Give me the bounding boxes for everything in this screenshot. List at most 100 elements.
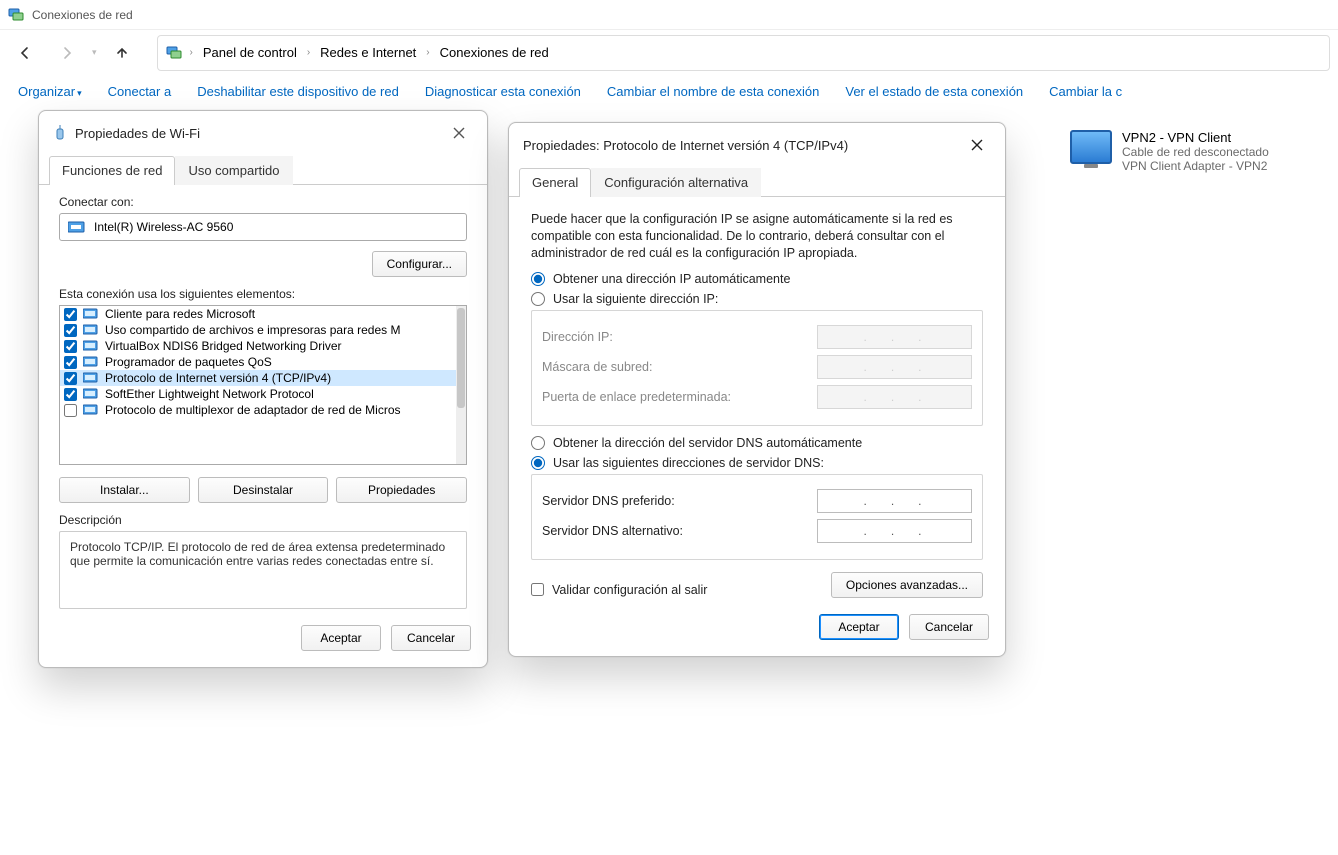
protocol-checkbox[interactable] [64, 404, 77, 417]
protocol-icon [83, 371, 99, 385]
protocol-label: Uso compartido de archivos e impresoras … [105, 323, 400, 337]
protocol-icon [83, 355, 99, 369]
protocol-label: Protocolo de multiplexor de adaptador de… [105, 403, 401, 417]
install-button[interactable]: Instalar... [59, 477, 190, 503]
connect-with-label: Conectar con: [59, 195, 467, 209]
connection-status: Cable de red desconectado [1122, 145, 1269, 159]
adapter-name: Intel(R) Wireless-AC 9560 [94, 220, 233, 234]
adapter-icon [1070, 130, 1112, 164]
elements-label: Esta conexión usa los siguientes element… [59, 287, 467, 301]
close-button[interactable] [439, 119, 479, 147]
protocol-label: Programador de paquetes QoS [105, 355, 272, 369]
dns-alternate-input[interactable] [817, 519, 972, 543]
protocol-icon [83, 339, 99, 353]
accept-button[interactable]: Aceptar [819, 614, 899, 640]
breadcrumb-chevron-icon: › [426, 47, 429, 58]
radio-dns-manual[interactable] [531, 456, 545, 470]
breadcrumb-control-panel[interactable]: Panel de control [197, 43, 303, 62]
change-settings-button[interactable]: Cambiar la c [1049, 84, 1122, 99]
ipv4-properties-dialog: Propiedades: Protocolo de Internet versi… [508, 122, 1006, 657]
validate-label: Validar configuración al salir [552, 583, 707, 597]
gateway-label: Puerta de enlace predeterminada: [542, 390, 731, 404]
nic-icon [68, 220, 86, 234]
control-panel-icon [166, 45, 182, 61]
protocol-label: Protocolo de Internet versión 4 (TCP/IPv… [105, 371, 331, 385]
breadcrumb-chevron-icon: › [307, 47, 310, 58]
ip-address-label: Dirección IP: [542, 330, 613, 344]
protocol-list[interactable]: Cliente para redes Microsoft Uso comparti… [59, 305, 467, 465]
description-text: Protocolo TCP/IP. El protocolo de red de… [59, 531, 467, 609]
tab-alt-config[interactable]: Configuración alternativa [591, 168, 761, 197]
breadcrumb-network-internet[interactable]: Redes e Internet [314, 43, 422, 62]
subnet-mask-input [817, 355, 972, 379]
protocol-checkbox[interactable] [64, 308, 77, 321]
uninstall-button[interactable]: Desinstalar [198, 477, 329, 503]
protocol-item[interactable]: Protocolo de Internet versión 4 (TCP/IPv… [60, 370, 456, 386]
connection-tile-vpn2[interactable]: VPN2 - VPN Client Cable de red desconect… [1070, 130, 1338, 173]
properties-button[interactable]: Propiedades [336, 477, 467, 503]
description-label: Descripción [59, 513, 467, 527]
history-dropdown[interactable]: ▾ [92, 47, 97, 58]
disable-device-button[interactable]: Deshabilitar este dispositivo de red [197, 84, 399, 99]
dialog-title: Propiedades de Wi-Fi [75, 126, 200, 141]
dialog-title: Propiedades: Protocolo de Internet versi… [523, 138, 848, 153]
diagnose-connection-button[interactable]: Diagnosticar esta conexión [425, 84, 581, 99]
radio-ip-auto-label: Obtener una dirección IP automáticamente [553, 272, 790, 286]
protocol-checkbox[interactable] [64, 388, 77, 401]
protocol-icon [83, 403, 99, 417]
connection-detail: VPN Client Adapter - VPN2 [1122, 159, 1269, 173]
dns-alternate-label: Servidor DNS alternativo: [542, 524, 683, 538]
protocol-label: Cliente para redes Microsoft [105, 307, 255, 321]
rename-connection-button[interactable]: Cambiar el nombre de esta conexión [607, 84, 819, 99]
protocol-checkbox[interactable] [64, 356, 77, 369]
breadcrumb-connections[interactable]: Conexiones de red [434, 43, 555, 62]
protocol-checkbox[interactable] [64, 324, 77, 337]
tab-sharing[interactable]: Uso compartido [175, 156, 292, 185]
tab-network-functions[interactable]: Funciones de red [49, 156, 175, 185]
accept-button[interactable]: Aceptar [301, 625, 381, 651]
protocol-label: VirtualBox NDIS6 Bridged Networking Driv… [105, 339, 342, 353]
protocol-item[interactable]: SoftEther Lightweight Network Protocol [60, 386, 456, 402]
protocol-item[interactable]: Uso compartido de archivos e impresoras … [60, 322, 456, 338]
ip-address-input [817, 325, 972, 349]
radio-ip-auto[interactable] [531, 272, 545, 286]
breadcrumb-chevron-icon: › [190, 47, 193, 58]
radio-ip-manual[interactable] [531, 292, 545, 306]
protocol-item[interactable]: Cliente para redes Microsoft [60, 306, 456, 322]
wifi-tabs: Funciones de red Uso compartido [39, 155, 487, 185]
forward-button[interactable] [50, 36, 84, 70]
dns-preferred-label: Servidor DNS preferido: [542, 494, 675, 508]
radio-dns-auto[interactable] [531, 436, 545, 450]
protocol-item[interactable]: VirtualBox NDIS6 Bridged Networking Driv… [60, 338, 456, 354]
radio-dns-auto-label: Obtener la dirección del servidor DNS au… [553, 436, 862, 450]
subnet-mask-label: Máscara de subred: [542, 360, 652, 374]
protocol-item[interactable]: Protocolo de multiplexor de adaptador de… [60, 402, 456, 418]
scrollbar-thumb[interactable] [457, 308, 465, 408]
address-bar[interactable]: › Panel de control › Redes e Internet › … [157, 35, 1330, 71]
protocol-checkbox[interactable] [64, 372, 77, 385]
adapter-field: Intel(R) Wireless-AC 9560 [59, 213, 467, 241]
protocol-icon [83, 323, 99, 337]
tab-general[interactable]: General [519, 168, 591, 197]
connect-to-button[interactable]: Conectar a [108, 84, 172, 99]
wifi-properties-dialog: Propiedades de Wi-Fi Funciones de red Us… [38, 110, 488, 668]
gateway-input [817, 385, 972, 409]
configure-button[interactable]: Configurar... [372, 251, 467, 277]
cancel-button[interactable]: Cancelar [909, 614, 989, 640]
scrollbar[interactable] [456, 306, 466, 464]
close-button[interactable] [957, 131, 997, 159]
intro-text: Puede hacer que la configuración IP se a… [531, 211, 983, 262]
view-status-button[interactable]: Ver el estado de esta conexión [845, 84, 1023, 99]
protocol-item[interactable]: Programador de paquetes QoS [60, 354, 456, 370]
advanced-button[interactable]: Opciones avanzadas... [831, 572, 983, 598]
window-titlebar: Conexiones de red [0, 0, 1338, 30]
protocol-checkbox[interactable] [64, 340, 77, 353]
wifi-adapter-icon [53, 125, 67, 141]
validate-checkbox[interactable] [531, 583, 544, 596]
up-button[interactable] [105, 36, 139, 70]
connection-name: VPN2 - VPN Client [1122, 130, 1269, 145]
organize-menu[interactable]: Organizar▾ [18, 84, 82, 99]
back-button[interactable] [8, 36, 42, 70]
dns-preferred-input[interactable] [817, 489, 972, 513]
cancel-button[interactable]: Cancelar [391, 625, 471, 651]
